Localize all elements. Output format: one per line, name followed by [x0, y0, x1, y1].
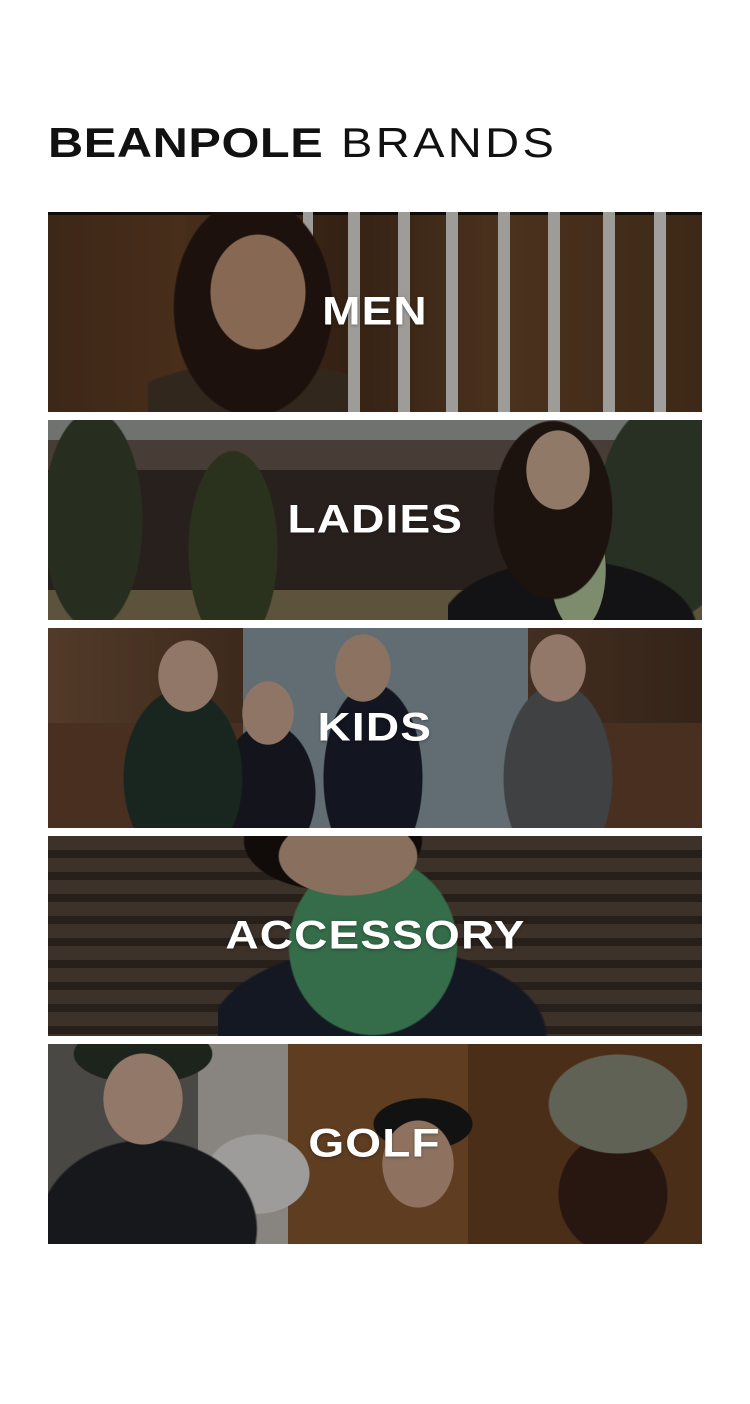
brand-item: LADIES	[48, 420, 702, 620]
brand-item: GOLF	[48, 1044, 702, 1244]
brand-item: MEN	[48, 212, 702, 412]
page-title: BEANPOLE BRANDS	[48, 118, 554, 168]
brand-list: MEN LADIES KIDS ACCESSORY GOLF	[48, 212, 702, 1252]
brand-tile-label: MEN	[322, 289, 428, 334]
brand-item: ACCESSORY	[48, 836, 702, 1036]
brand-item: KIDS	[48, 628, 702, 828]
brand-tile-label: GOLF	[308, 1121, 442, 1166]
brand-tile-men[interactable]: MEN	[48, 212, 702, 412]
brand-tile-ladies[interactable]: LADIES	[48, 420, 702, 620]
brand-tile-kids[interactable]: KIDS	[48, 628, 702, 828]
page-title-section: BRANDS	[341, 119, 558, 166]
page-title-brand: BEANPOLE	[48, 119, 324, 166]
brand-tile-golf[interactable]: GOLF	[48, 1044, 702, 1244]
brand-tile-label: ACCESSORY	[224, 913, 526, 958]
brand-tile-accessory[interactable]: ACCESSORY	[48, 836, 702, 1036]
brand-tile-label: KIDS	[317, 705, 433, 750]
brand-tile-label: LADIES	[287, 497, 463, 542]
